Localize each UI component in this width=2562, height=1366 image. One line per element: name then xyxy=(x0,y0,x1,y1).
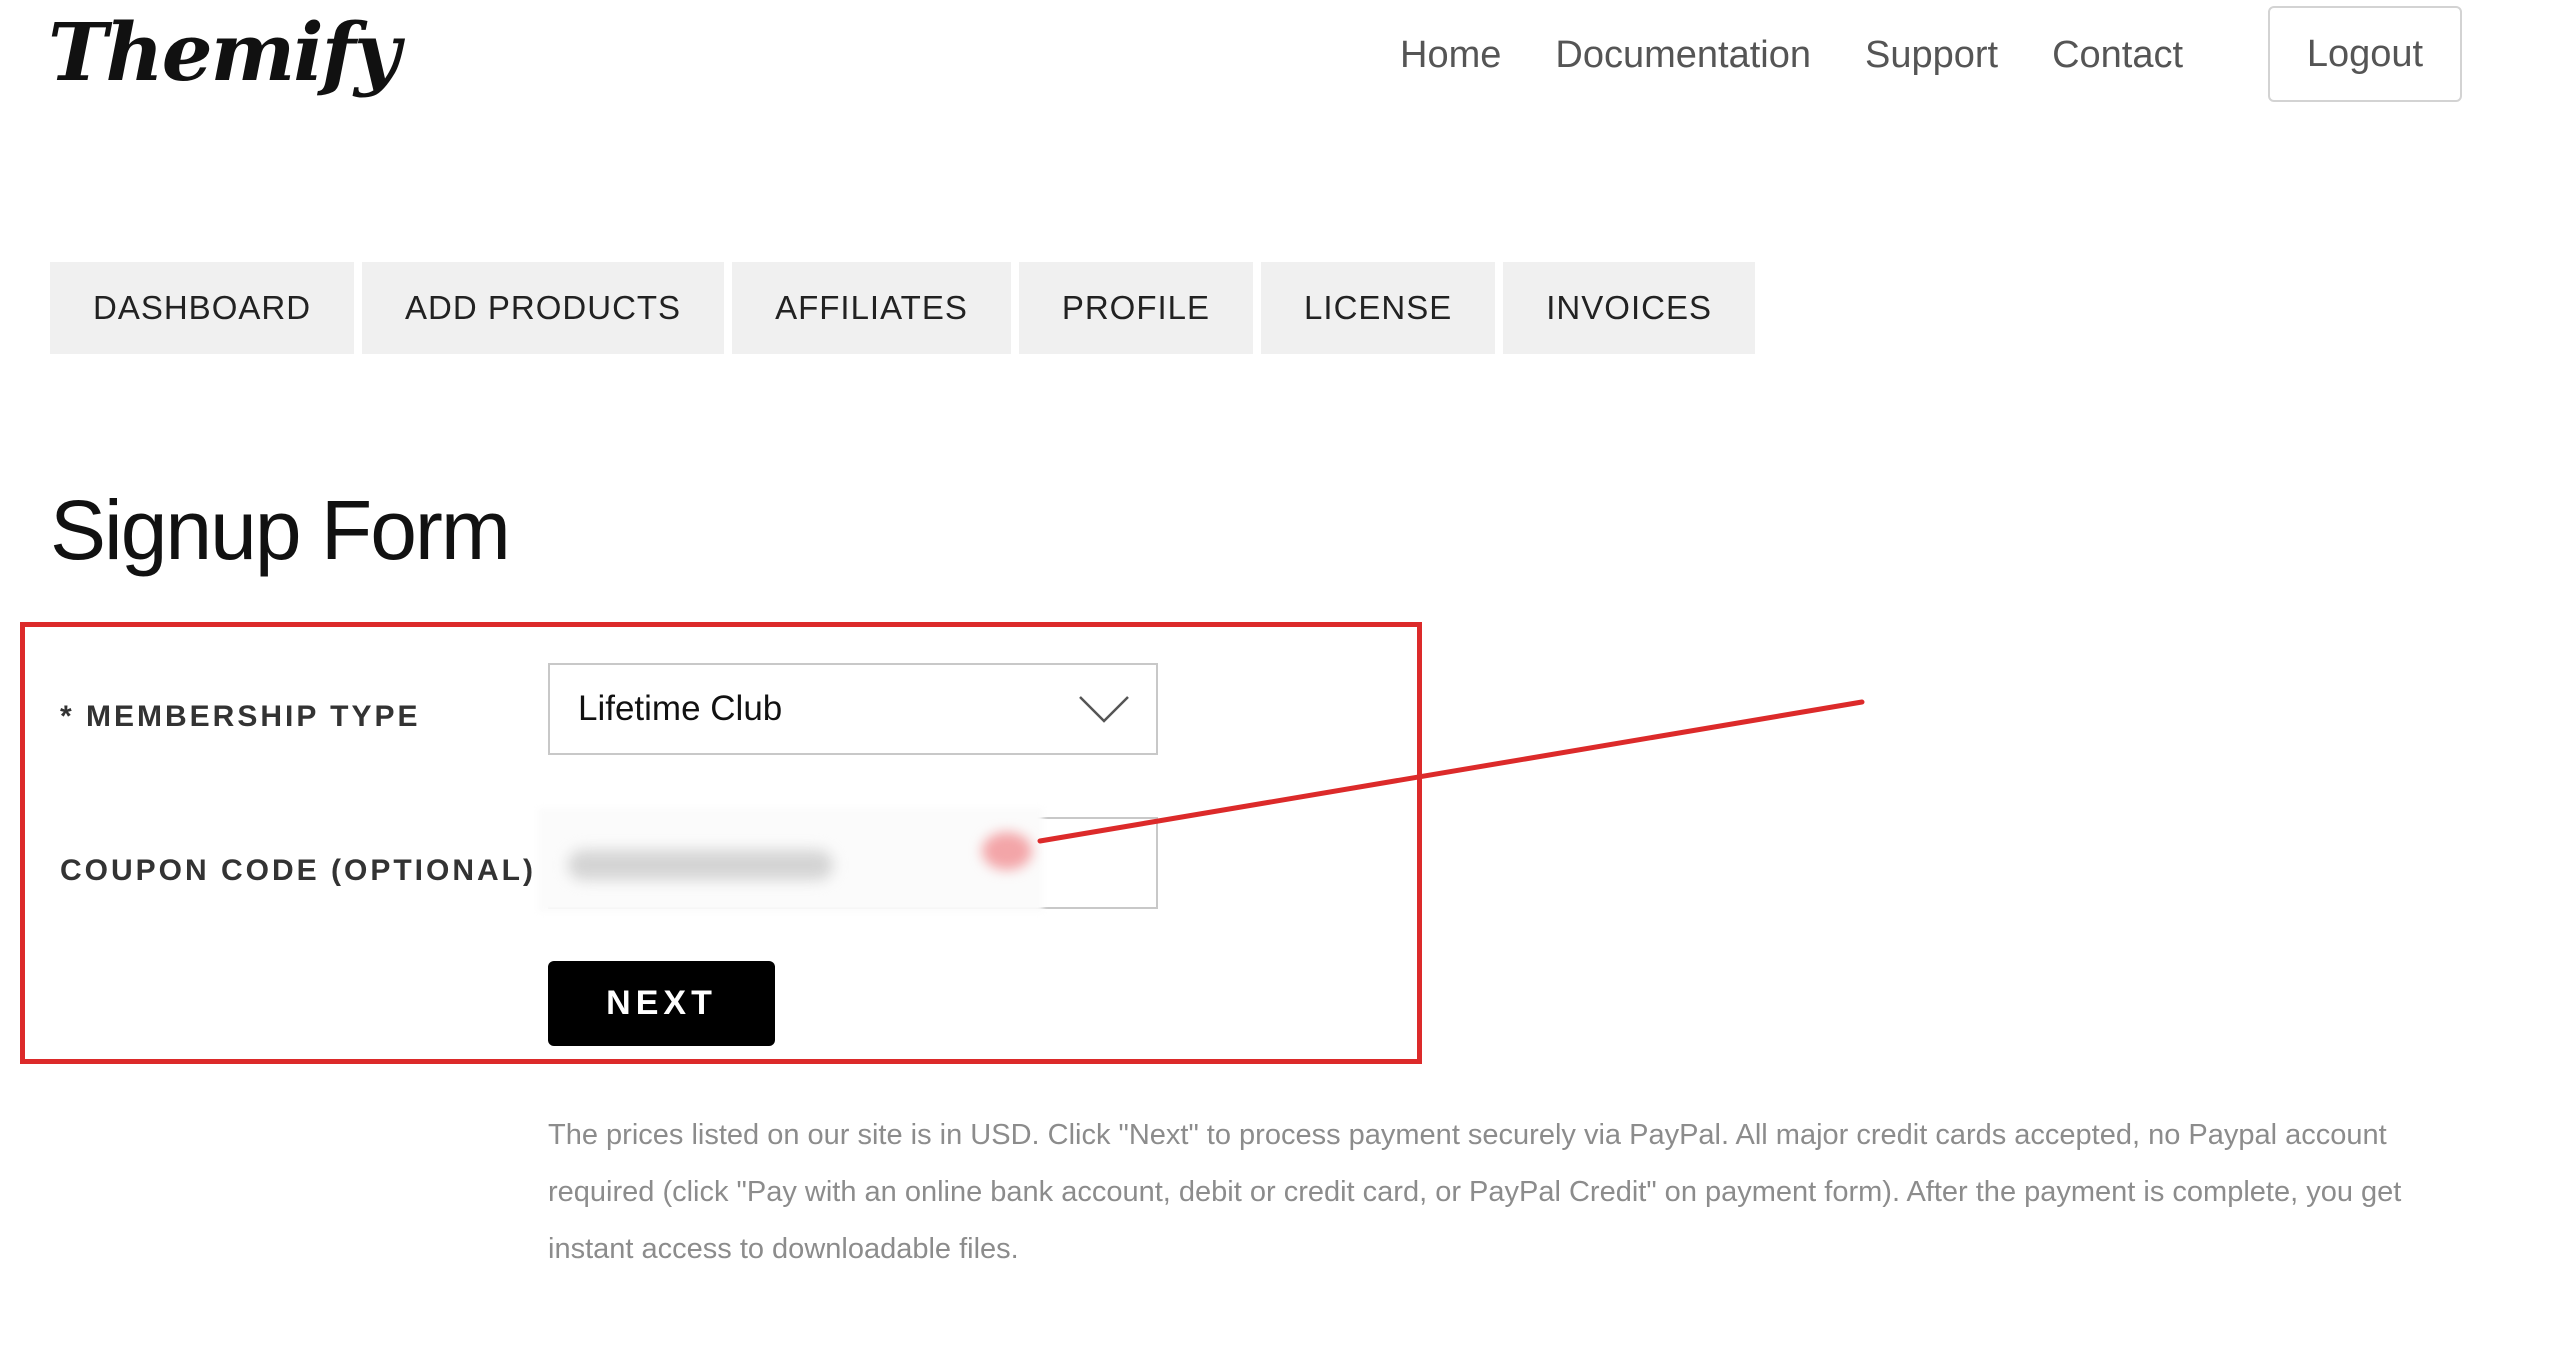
nav-support-link[interactable]: Support xyxy=(1865,34,1998,77)
themify-logo[interactable]: Themify xyxy=(48,12,401,92)
nav-contact-link[interactable]: Contact xyxy=(2052,34,2183,77)
page-title: Signup Form xyxy=(50,483,511,577)
tab-license[interactable]: LICENSE xyxy=(1261,262,1496,354)
nav-home-link[interactable]: Home xyxy=(1400,34,1501,77)
top-nav: Home Documentation Support Contact xyxy=(1400,0,2237,110)
nav-documentation-link[interactable]: Documentation xyxy=(1555,34,1811,77)
tab-invoices[interactable]: INVOICES xyxy=(1503,262,1755,354)
account-tabs: DASHBOARD ADD PRODUCTS AFFILIATES PROFIL… xyxy=(50,262,1763,354)
tab-profile[interactable]: PROFILE xyxy=(1018,262,1254,354)
tab-dashboard[interactable]: DASHBOARD xyxy=(50,262,355,354)
payment-notice: The prices listed on our site is in USD.… xyxy=(548,1119,2402,1265)
tab-affiliates[interactable]: AFFILIATES xyxy=(732,262,1011,354)
logout-button[interactable]: Logout xyxy=(2268,6,2462,102)
annotation-highlight-box xyxy=(20,622,1422,1064)
tab-add-products[interactable]: ADD PRODUCTS xyxy=(362,262,725,354)
